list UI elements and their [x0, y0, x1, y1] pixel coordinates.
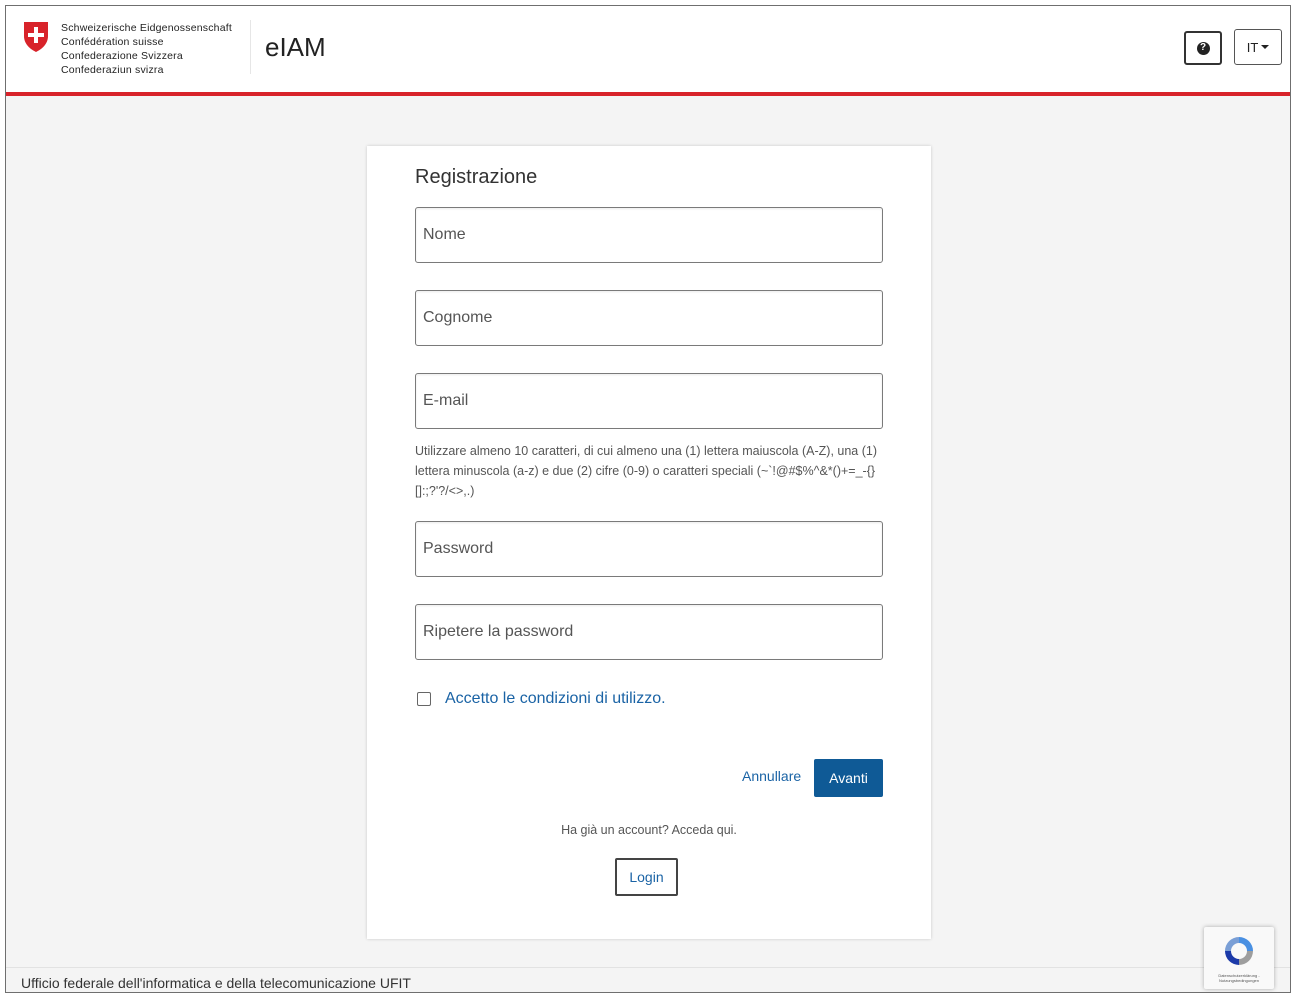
recaptcha-badge[interactable]: Datenschutzerklärung - Nutzungsbedingung…	[1204, 927, 1274, 989]
repeat-password-input[interactable]	[416, 605, 882, 659]
email-field[interactable]	[415, 373, 883, 429]
federation-line-it: Confederazione Svizzera	[61, 50, 183, 62]
app-title: eIAM	[265, 32, 326, 62]
account-question: Ha già un account? Acceda qui.	[561, 823, 737, 837]
next-button[interactable]: Avanti	[814, 759, 883, 797]
registration-card: Registrazione Utilizzare almeno 10 carat…	[367, 146, 931, 939]
name-input[interactable]	[416, 208, 882, 262]
site-header: Schweizerische Eidgenossenschaft Confédé…	[6, 6, 1290, 96]
name-field[interactable]	[415, 207, 883, 263]
terms-checkbox[interactable]	[417, 692, 431, 706]
logo-divider	[250, 20, 251, 74]
email-input[interactable]	[416, 374, 882, 428]
password-hint: Utilizzare almeno 10 caratteri, di cui a…	[415, 444, 877, 498]
swiss-coat-of-arms-icon	[24, 22, 48, 52]
password-input[interactable]	[416, 522, 882, 576]
federation-line-rm: Confederaziun svizra	[61, 64, 164, 76]
language-label: IT	[1246, 39, 1259, 55]
caret-down-icon	[1261, 45, 1270, 49]
surname-input[interactable]	[416, 291, 882, 345]
login-button[interactable]: Login	[615, 858, 678, 896]
recaptcha-icon	[1225, 937, 1253, 965]
language-dropdown[interactable]: IT	[1234, 29, 1282, 65]
recaptcha-text: Datenschutzerklärung - Nutzungsbedingung…	[1218, 973, 1260, 983]
terms-row: Accetto le condizioni di utilizzo.	[417, 690, 666, 708]
federation-names: Schweizerische Eidgenossenschaft Confédé…	[61, 21, 232, 77]
terms-link[interactable]: Accetto le condizioni di utilizzo.	[445, 690, 666, 708]
cancel-link[interactable]: Annullare	[742, 768, 801, 784]
federation-line-de: Schweizerische Eidgenossenschaft	[61, 22, 232, 34]
repeat-password-field[interactable]	[415, 604, 883, 660]
browser-frame: Schweizerische Eidgenossenschaft Confédé…	[5, 5, 1291, 993]
footer: Ufficio federale dell'informatica e dell…	[6, 967, 1290, 992]
password-field[interactable]	[415, 521, 883, 577]
federation-line-fr: Confédération suisse	[61, 36, 164, 48]
form-title: Registrazione	[415, 166, 538, 188]
question-circle-icon: ?	[1196, 41, 1210, 55]
surname-field[interactable]	[415, 290, 883, 346]
help-button[interactable]: ?	[1184, 31, 1222, 65]
footer-text: Ufficio federale dell'informatica e dell…	[21, 975, 411, 991]
